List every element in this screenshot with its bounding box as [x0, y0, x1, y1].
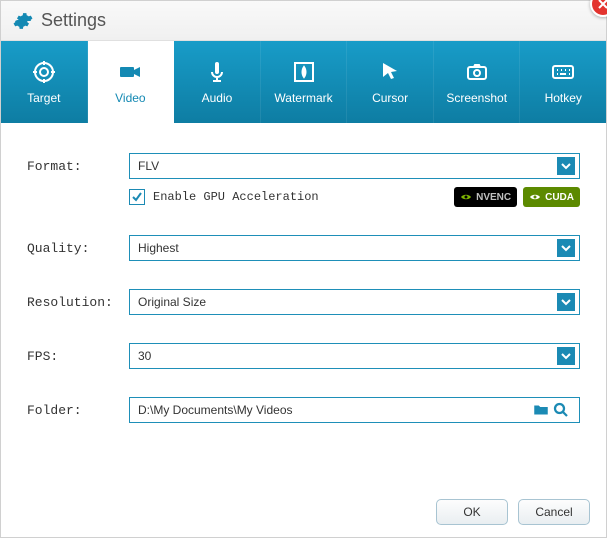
- tab-label: Hotkey: [545, 91, 582, 105]
- tab-label: Audio: [202, 91, 233, 105]
- gpu-label: Enable GPU Acceleration: [153, 190, 319, 204]
- browse-button[interactable]: [551, 400, 571, 420]
- hotkey-icon: [550, 59, 576, 85]
- window-title: Settings: [41, 10, 106, 31]
- gear-icon: [13, 11, 33, 31]
- video-icon: [117, 59, 143, 85]
- format-value: FLV: [138, 159, 159, 173]
- nvidia-icon: [460, 191, 472, 203]
- close-icon: [598, 0, 607, 9]
- watermark-icon: [291, 59, 317, 85]
- open-folder-button[interactable]: [531, 400, 551, 420]
- format-select[interactable]: FLV: [129, 153, 580, 179]
- fps-value: 30: [138, 349, 151, 363]
- resolution-select[interactable]: Original Size: [129, 289, 580, 315]
- tab-audio[interactable]: Audio: [174, 41, 261, 123]
- chevron-down-icon: [557, 293, 575, 311]
- screenshot-icon: [464, 59, 490, 85]
- resolution-value: Original Size: [138, 295, 206, 309]
- resolution-label: Resolution:: [27, 295, 129, 310]
- audio-icon: [204, 59, 230, 85]
- tab-screenshot[interactable]: Screenshot: [434, 41, 521, 123]
- cuda-badge: CUDA: [523, 187, 580, 207]
- folder-field[interactable]: D:\My Documents\My Videos: [129, 397, 580, 423]
- chevron-down-icon: [557, 157, 575, 175]
- tab-hotkey[interactable]: Hotkey: [520, 41, 606, 123]
- footer: OK Cancel: [436, 499, 590, 525]
- cursor-icon: [377, 59, 403, 85]
- tab-label: Cursor: [372, 91, 408, 105]
- titlebar: Settings: [1, 1, 606, 41]
- cancel-button[interactable]: Cancel: [518, 499, 590, 525]
- target-icon: [31, 59, 57, 85]
- quality-select[interactable]: Highest: [129, 235, 580, 261]
- chevron-down-icon: [557, 347, 575, 365]
- tab-label: Video: [115, 91, 145, 105]
- fps-label: FPS:: [27, 349, 129, 364]
- quality-value: Highest: [138, 241, 179, 255]
- check-icon: [131, 191, 143, 203]
- tab-watermark[interactable]: Watermark: [261, 41, 348, 123]
- tab-cursor[interactable]: Cursor: [347, 41, 434, 123]
- nvidia-icon: [529, 191, 541, 203]
- tab-video[interactable]: Video: [88, 41, 175, 123]
- chevron-down-icon: [557, 239, 575, 257]
- content-area: Format: FLV Enable GPU Acceleration NVEN…: [1, 123, 606, 461]
- fps-select[interactable]: 30: [129, 343, 580, 369]
- tab-label: Watermark: [274, 91, 332, 105]
- folder-label: Folder:: [27, 403, 129, 418]
- tab-bar: Target Video Audio Watermark Cursor Scre…: [1, 41, 606, 123]
- ok-button[interactable]: OK: [436, 499, 508, 525]
- tab-label: Target: [27, 91, 60, 105]
- settings-window: Settings Target Video Audio Watermark Cu…: [0, 0, 607, 538]
- format-label: Format:: [27, 159, 129, 174]
- quality-label: Quality:: [27, 241, 129, 256]
- folder-path: D:\My Documents\My Videos: [138, 403, 531, 417]
- nvenc-badge: NVENC: [454, 187, 517, 207]
- tab-label: Screenshot: [446, 91, 507, 105]
- tab-target[interactable]: Target: [1, 41, 88, 123]
- folder-icon: [532, 401, 550, 419]
- gpu-checkbox[interactable]: [129, 189, 145, 205]
- search-icon: [552, 401, 570, 419]
